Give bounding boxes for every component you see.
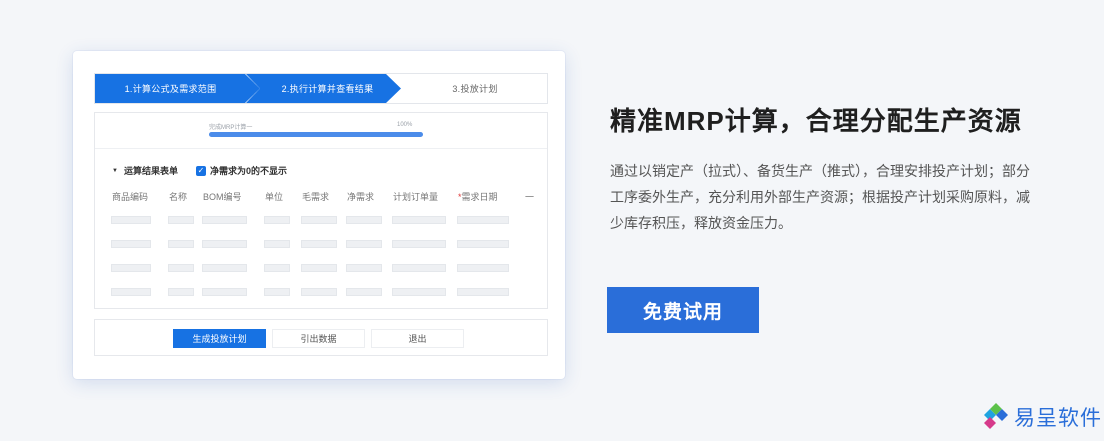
table-cell-placeholder bbox=[457, 288, 509, 296]
column-header: 商品编码 bbox=[112, 192, 149, 202]
result-section-title: 运算结果表单 bbox=[123, 166, 178, 176]
progress-bar bbox=[209, 132, 423, 137]
table-cell-placeholder bbox=[264, 288, 290, 296]
column-header: 毛需求 bbox=[302, 192, 330, 202]
table-cell-placeholder bbox=[264, 264, 290, 272]
table-cell-placeholder bbox=[202, 240, 247, 248]
table-cell-placeholder bbox=[346, 216, 382, 224]
table-cell-placeholder bbox=[392, 240, 446, 248]
brand-name: 易呈软件 bbox=[1014, 407, 1102, 430]
table-cell-placeholder bbox=[111, 288, 151, 296]
table-cell-placeholder bbox=[301, 264, 337, 272]
table-cell-placeholder bbox=[457, 264, 509, 272]
table-cell-placeholder bbox=[202, 264, 247, 272]
table-cell-placeholder bbox=[111, 216, 151, 224]
brand-logo: 易呈软件 bbox=[976, 402, 1102, 432]
table-cell-placeholder bbox=[301, 288, 337, 296]
mockup-card: 1.计算公式及需求范围 2.执行计算并查看结果 3.投放计划 完成MRP计算一 … bbox=[73, 51, 565, 379]
table-cell-placeholder bbox=[264, 240, 290, 248]
table-cell-placeholder bbox=[202, 288, 247, 296]
result-panel: 完成MRP计算一 100% ▼ 运算结果表单 ✓ 净需求为0的不显示 商品编码 名… bbox=[94, 112, 548, 309]
column-header: BOM编号 bbox=[203, 192, 242, 202]
progress-fill bbox=[209, 132, 423, 137]
column-header: 名称 bbox=[169, 192, 188, 202]
table-cell-placeholder bbox=[392, 216, 446, 224]
column-header: 单位 bbox=[265, 192, 284, 202]
table-cell-placeholder bbox=[346, 240, 382, 248]
table-cell-placeholder bbox=[264, 216, 290, 224]
page-headline: 精准MRP计算，合理分配生产资源 bbox=[610, 106, 1022, 136]
column-header: 计划订单量 bbox=[393, 192, 439, 202]
table-cell-placeholder bbox=[111, 264, 151, 272]
table-cell-placeholder bbox=[168, 264, 194, 272]
action-bar: 生成投放计划 引出数据 退出 bbox=[94, 319, 548, 356]
progress-percent: 100% bbox=[397, 122, 413, 128]
table-cell-placeholder bbox=[346, 288, 382, 296]
table-cell-placeholder bbox=[111, 240, 151, 248]
generate-plan-button[interactable]: 生成投放计划 bbox=[173, 329, 266, 348]
table-cell-placeholder bbox=[457, 240, 509, 248]
export-data-button[interactable]: 引出数据 bbox=[272, 329, 365, 348]
brand-diamond-icon bbox=[984, 403, 1008, 429]
table-cell-placeholder bbox=[168, 288, 194, 296]
step-wizard: 1.计算公式及需求范围 2.执行计算并查看结果 3.投放计划 bbox=[94, 73, 548, 104]
table-cell-placeholder bbox=[346, 264, 382, 272]
result-section-header: ▼ 运算结果表单 ✓ 净需求为0的不显示 bbox=[112, 164, 287, 177]
column-header: 净需求 bbox=[347, 192, 375, 202]
page-description: 通过以销定产（拉式）、备货生产（推式），合理安排投产计划；部分工序委外生产，充分… bbox=[610, 163, 1030, 231]
step-2[interactable]: 2.执行计算并查看结果 bbox=[246, 74, 401, 103]
step-1[interactable]: 1.计算公式及需求范围 bbox=[95, 74, 260, 103]
table-cell-placeholder bbox=[168, 240, 194, 248]
column-header: *需求日期 bbox=[458, 192, 498, 202]
table-cell-placeholder bbox=[392, 288, 446, 296]
table-cell-placeholder bbox=[457, 216, 509, 224]
progress-label: 完成MRP计算一 bbox=[209, 125, 253, 131]
collapse-triangle-icon[interactable]: ▼ bbox=[112, 168, 118, 174]
column-header: 一 bbox=[525, 192, 535, 202]
progress-area: 完成MRP计算一 100% bbox=[95, 113, 547, 149]
exit-button[interactable]: 退出 bbox=[371, 329, 464, 348]
hide-zero-checkbox[interactable]: ✓ bbox=[195, 165, 206, 176]
table-cell-placeholder bbox=[168, 216, 194, 224]
table-cell-placeholder bbox=[392, 264, 446, 272]
table-cell-placeholder bbox=[301, 240, 337, 248]
free-trial-button[interactable]: 免费试用 bbox=[607, 287, 759, 333]
step-3[interactable]: 3.投放计划 bbox=[401, 74, 547, 103]
hide-zero-label: 净需求为0的不显示 bbox=[209, 166, 287, 176]
table-cell-placeholder bbox=[202, 216, 247, 224]
table-cell-placeholder bbox=[301, 216, 337, 224]
